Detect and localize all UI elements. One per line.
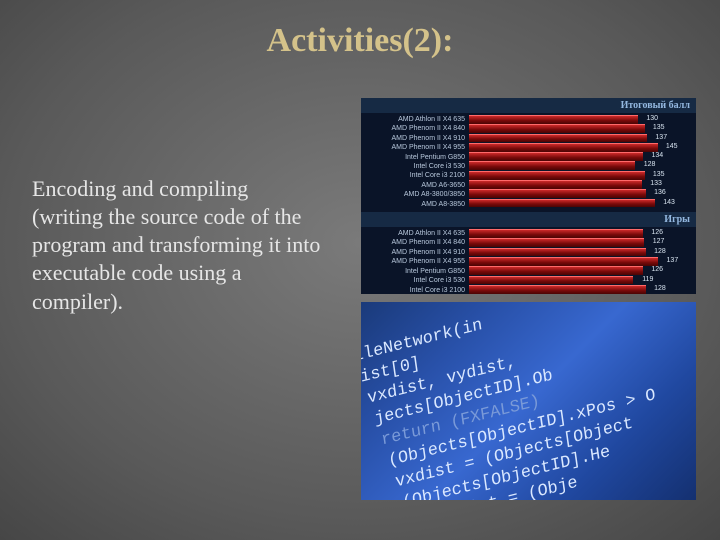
- chart-category-label: AMD Phenom II X4 840: [363, 238, 465, 247]
- chart-category-label: Intel Core i3 2100: [363, 171, 465, 180]
- benchmark-charts: Итоговый балл AMD Athlon II X4 635AMD Ph…: [361, 98, 696, 294]
- chart-bar: 137: [469, 134, 647, 143]
- chart-bar-value: 143: [663, 199, 675, 206]
- chart-bar: 126: [469, 229, 643, 238]
- chart-bar-value: 126: [651, 229, 663, 236]
- chart-bar: 128: [469, 285, 646, 294]
- chart-bar: 145: [469, 143, 658, 152]
- chart-bar-value: 130: [646, 115, 658, 122]
- chart-category-label: AMD Athlon II X4 635: [363, 115, 465, 124]
- chart-category-label: AMD A8-3800/3850: [363, 190, 465, 199]
- chart-category-label: AMD Phenom II X4 910: [363, 134, 465, 143]
- chart-bar-value: 137: [655, 134, 667, 141]
- chart-bar-value: 128: [654, 285, 666, 292]
- chart-bar: 135: [469, 124, 645, 133]
- chart-bar-value: 128: [644, 161, 656, 168]
- chart-category-label: Intel Core i3 530: [363, 276, 465, 285]
- chart-bar-value: 127: [653, 238, 665, 245]
- chart-bar: 135: [469, 171, 645, 180]
- chart-bar: 136: [469, 189, 646, 198]
- chart-category-label: AMD Phenom II X4 840: [363, 124, 465, 133]
- chart-category-label: AMD Phenom II X4 955: [363, 143, 465, 152]
- chart-category-label: AMD Phenom II X4 955: [363, 257, 465, 266]
- chart-category-label: Intel Core i3 2100: [363, 286, 465, 295]
- chart-bar-value: 137: [667, 257, 679, 264]
- chart-bar: 128: [469, 248, 646, 257]
- chart-category-label: AMD Phenom II X4 910: [363, 248, 465, 257]
- chart-bar: 137: [469, 257, 658, 266]
- chart-category-label: AMD Athlon II X4 635: [363, 229, 465, 238]
- code-image: ileNetwork(inist[0]vxdist, vydist,jects[…: [361, 302, 696, 500]
- chart-bar: 130: [469, 115, 638, 124]
- chart-bar-value: 119: [642, 276, 653, 283]
- chart-bar-value: 134: [652, 152, 664, 159]
- chart-bar: 128: [469, 161, 635, 170]
- chart-bar: 127: [469, 238, 644, 247]
- chart-2-title: Игры: [361, 212, 696, 227]
- code-line: ileNetwork(in: [361, 316, 484, 367]
- chart-bar-value: 145: [666, 143, 678, 150]
- chart-bar: 133: [469, 180, 642, 189]
- chart-bar-value: 136: [654, 189, 666, 196]
- chart-bar-value: 135: [653, 124, 665, 131]
- chart-bar: 143: [469, 199, 655, 208]
- chart-bar: 119: [469, 276, 633, 285]
- chart-category-label: AMD A6-3650: [363, 181, 465, 190]
- chart-category-label: Intel Core i3 530: [363, 162, 465, 171]
- slide-title: Activities(2):: [0, 22, 720, 60]
- chart-bar: 134: [469, 152, 643, 161]
- chart-bar-value: 133: [650, 180, 662, 187]
- chart-bar-value: 135: [653, 171, 665, 178]
- chart-category-label: Intel Pentium G850: [363, 267, 465, 276]
- chart-1-title: Итоговый балл: [361, 98, 696, 113]
- chart-bar-value: 126: [651, 266, 663, 273]
- chart-bar-value: 128: [654, 248, 666, 255]
- chart-category-label: Intel Pentium G850: [363, 153, 465, 162]
- chart-category-label: AMD A8-3850: [363, 200, 465, 209]
- chart-bar: 126: [469, 266, 643, 275]
- body-paragraph: Encoding and compiling (writing the sour…: [32, 175, 322, 316]
